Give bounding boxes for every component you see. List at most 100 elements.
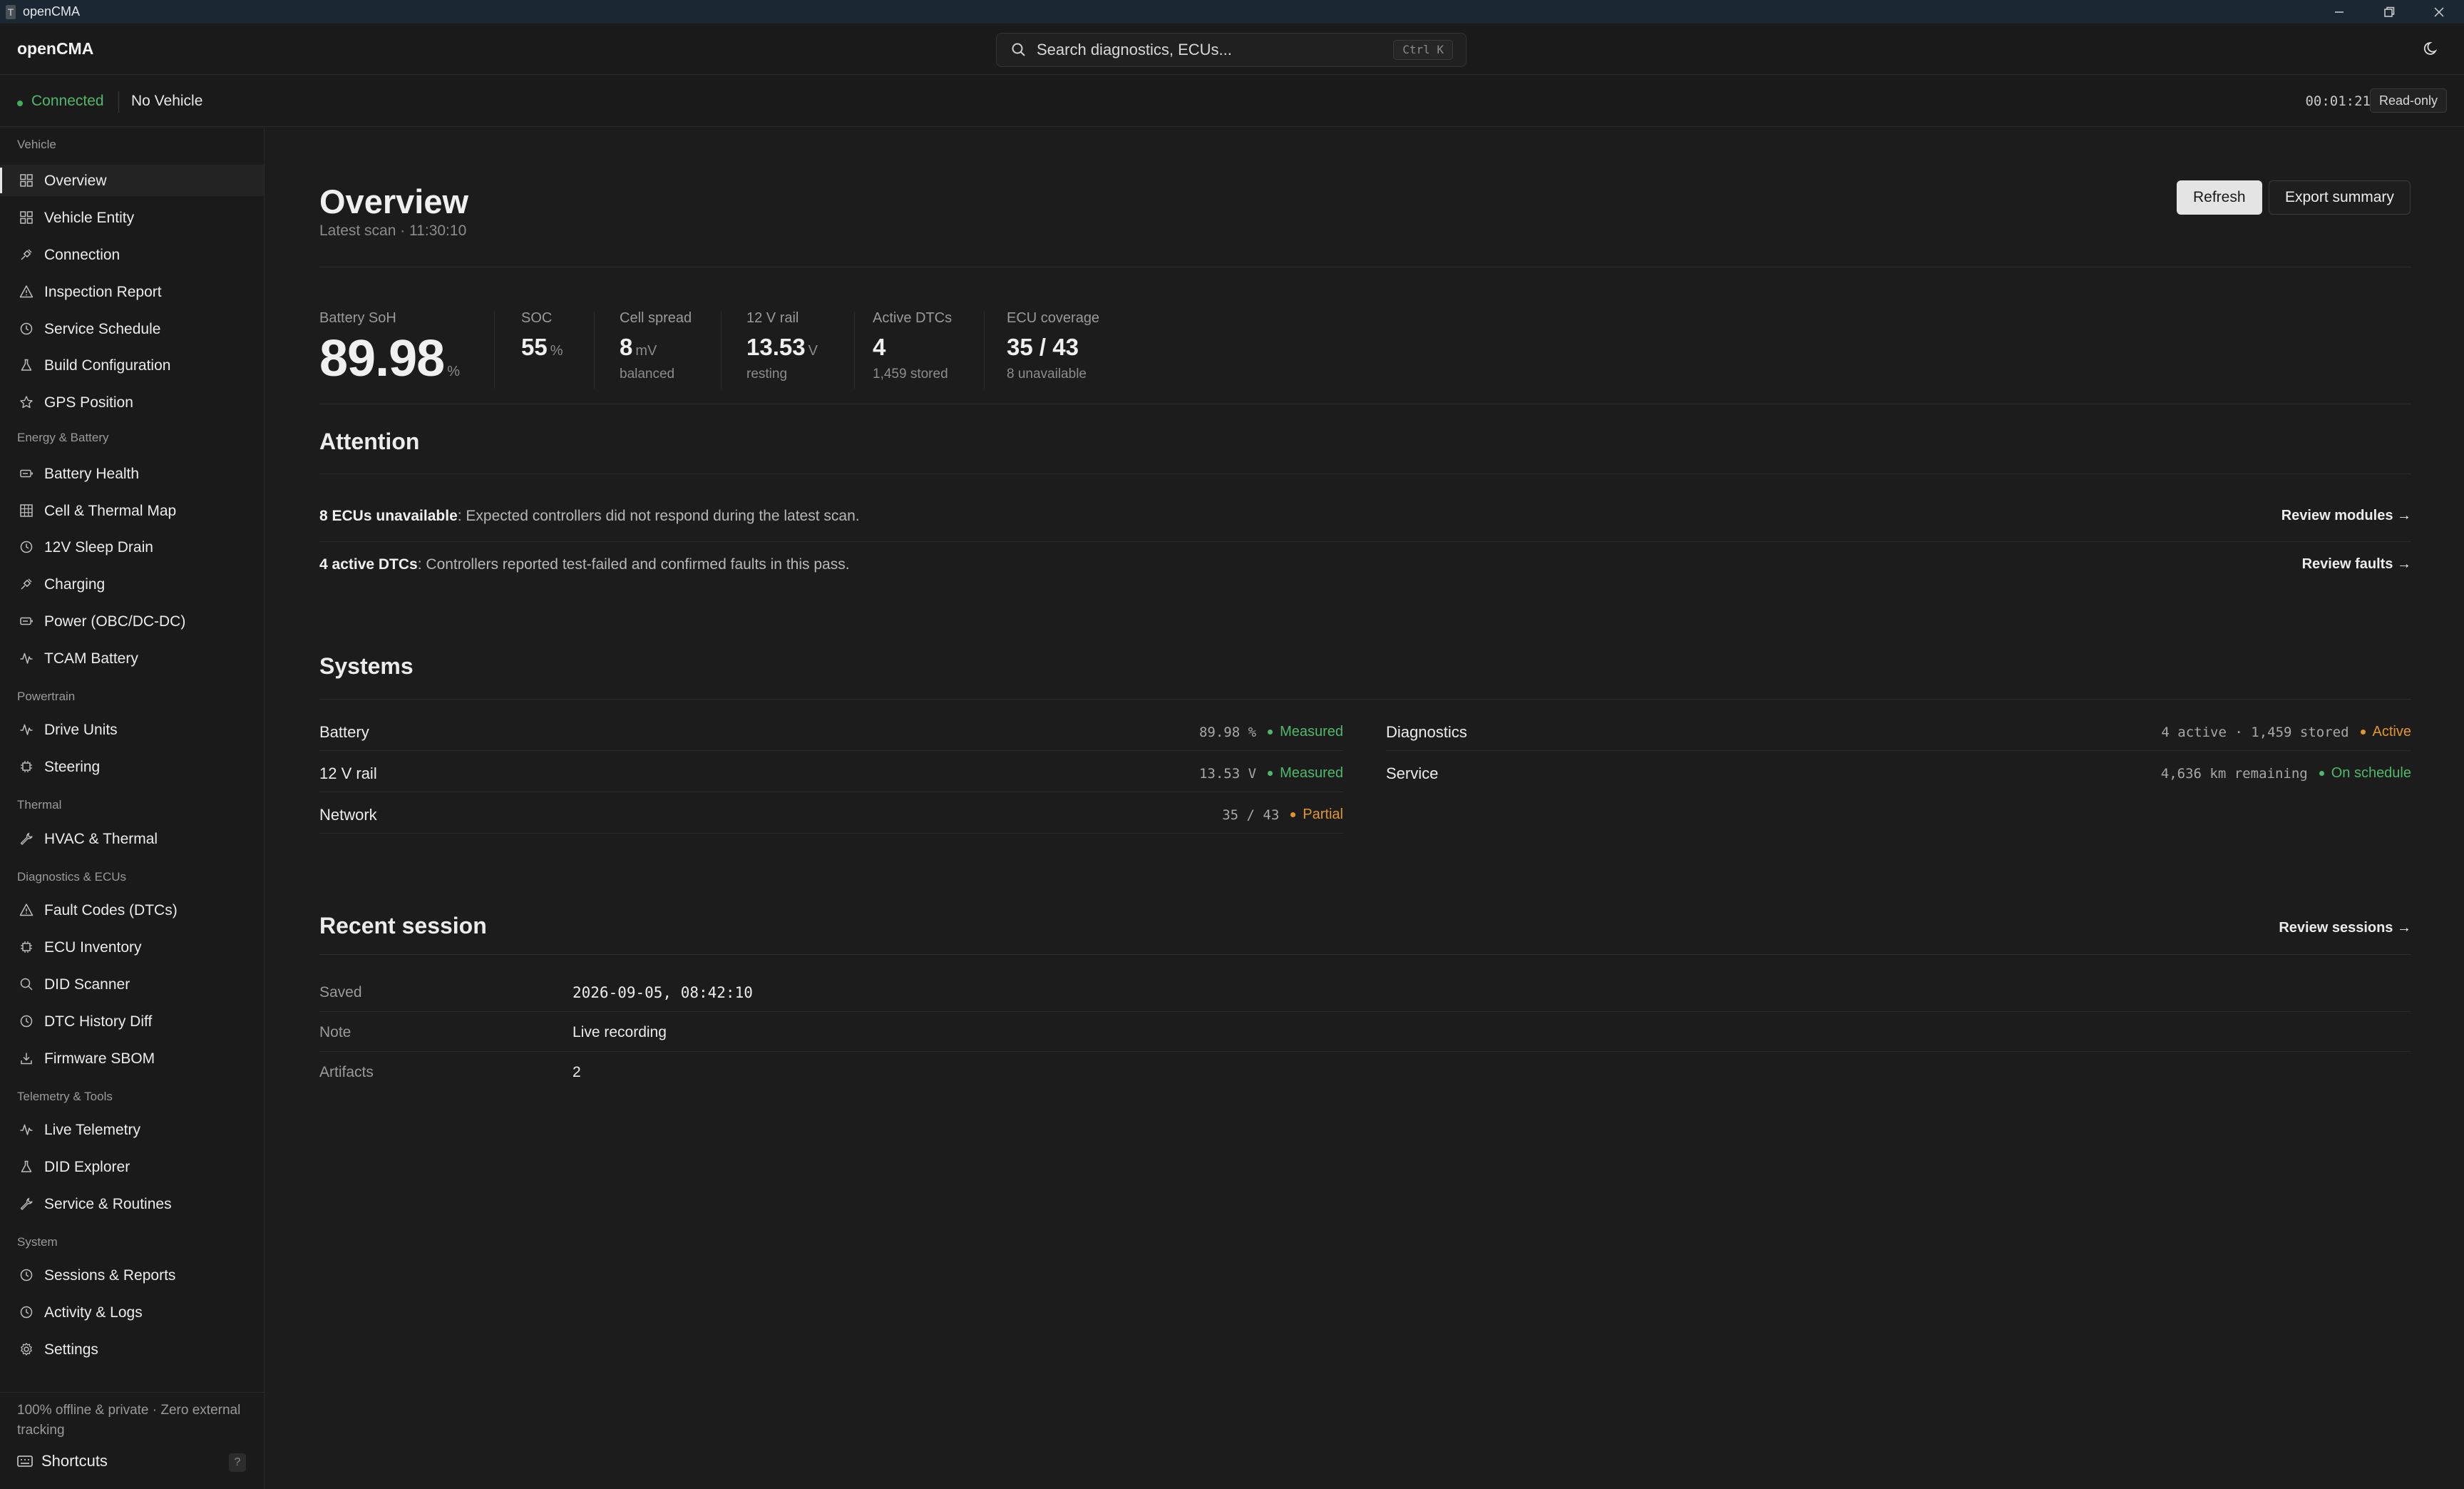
sidebar-item-firmware-sbom[interactable]: Firmware SBOM (0, 1043, 264, 1074)
sidebar-item-12v-sleep-drain[interactable]: 12V Sleep Drain (0, 531, 264, 563)
metric-subtext: balanced (620, 367, 675, 382)
sidebar-item-overview[interactable]: Overview (0, 165, 264, 196)
status-divider (118, 91, 119, 113)
clock-icon (19, 540, 34, 554)
sidebar-item-dtc-history-diff[interactable]: DTC History Diff (0, 1006, 264, 1037)
sidebar-item-charging[interactable]: Charging (0, 568, 264, 600)
metric-divider (854, 312, 855, 389)
system-name: 12 V rail (319, 764, 377, 782)
sidebar-item-battery-health[interactable]: Battery Health (0, 458, 264, 489)
metric-value: 89.98 (319, 330, 445, 387)
restore-icon (2384, 6, 2395, 17)
status-badge: Active (2372, 724, 2411, 740)
metric-unit: V (808, 343, 818, 359)
window-title: openCMA (23, 4, 81, 19)
sidebar-group-telemetry: Telemetry & Tools (17, 1090, 113, 1103)
minimize-button[interactable] (2314, 0, 2364, 24)
brand-logo[interactable]: openCMA (17, 39, 93, 58)
system-row-service[interactable]: Service 4,636 km remaining On schedule (1386, 751, 2411, 792)
sidebar-item-label: Drive Units (44, 722, 118, 738)
divider (319, 954, 2411, 955)
sidebar-item-gps-position[interactable]: GPS Position (0, 387, 264, 418)
attention-strong: 8 ECUs unavailable (319, 508, 458, 524)
system-row-diagnostics[interactable]: Diagnostics 4 active · 1,459 stored Activ… (1386, 710, 2411, 751)
metric-label: Battery SoH (319, 310, 396, 326)
sidebar-item-label: Fault Codes (DTCs) (44, 902, 178, 919)
review-modules-link[interactable]: Review modules → (2281, 508, 2411, 524)
restore-button[interactable] (2364, 0, 2414, 24)
sidebar-item-connection[interactable]: Connection (0, 239, 264, 270)
sidebar-item-drive-units[interactable]: Drive Units (0, 714, 264, 745)
warning-icon (19, 903, 34, 917)
metric-label: Active DTCs (873, 310, 953, 326)
sidebar-group-system: System (17, 1235, 58, 1249)
metric-label: Cell spread (620, 310, 692, 326)
metric-unit: % (550, 343, 563, 359)
review-faults-link[interactable]: Review faults → (2302, 556, 2411, 573)
sidebar-item-service-schedule[interactable]: Service Schedule (0, 313, 264, 344)
sidebar-item-live-telemetry[interactable]: Live Telemetry (0, 1114, 264, 1145)
sidebar-item-fault-codes[interactable]: Fault Codes (DTCs) (0, 894, 264, 926)
sidebar-item-hvac-thermal[interactable]: HVAC & Thermal (0, 823, 264, 854)
sidebar-item-settings[interactable]: Settings (0, 1334, 264, 1365)
system-name: Network (319, 806, 377, 824)
status-bar: Connected No Vehicle 00:01:21 Read-only (0, 76, 2464, 127)
sidebar-item-label: 12V Sleep Drain (44, 539, 153, 556)
attention-text: 8 ECUs unavailable: Expected controllers… (319, 508, 860, 525)
main-content: Overview Latest scan · 11:30:10 Refresh … (265, 128, 2464, 1489)
status-dot (1290, 812, 1296, 817)
sidebar-item-label: GPS Position (44, 394, 133, 411)
attention-detail: : Expected controllers did not respond d… (457, 508, 860, 524)
status-badge: Measured (1280, 724, 1343, 740)
attention-row: 8 ECUs unavailable: Expected controllers… (319, 493, 2411, 542)
theme-toggle-button[interactable] (2423, 39, 2441, 58)
status-dot (2360, 730, 2366, 735)
system-row-network[interactable]: Network 35 / 43 Partial (319, 792, 1343, 834)
sidebar-item-did-explorer[interactable]: DID Explorer (0, 1151, 264, 1182)
connection-status: Connected (31, 93, 104, 109)
privacy-note: 100% offline & private · Zero external t… (17, 1403, 241, 1438)
window-titlebar: T openCMA (0, 0, 2464, 24)
sidebar-item-power[interactable]: Power (OBC/DC-DC) (0, 605, 264, 637)
sidebar-item-build-configuration[interactable]: Build Configuration (0, 349, 264, 381)
plug-icon (19, 577, 34, 591)
metric-subtext: 1,459 stored (873, 367, 948, 382)
sidebar-item-vehicle-entity[interactable]: Vehicle Entity (0, 202, 264, 233)
metric-subtext: 8 unavailable (1007, 367, 1087, 382)
sidebar-group-diagnostics: Diagnostics & ECUs (17, 870, 127, 884)
vehicle-name[interactable]: No Vehicle (131, 93, 202, 110)
refresh-button[interactable]: Refresh (2177, 180, 2262, 215)
page-title: Overview (319, 183, 469, 220)
close-window-button[interactable] (2414, 0, 2464, 24)
session-timer: 00:01:21 (2305, 93, 2371, 109)
metric-value: 35 / 43 (1007, 334, 1079, 360)
sidebar-item-label: Inspection Report (44, 284, 162, 300)
sidebar-item-sessions-reports[interactable]: Sessions & Reports (0, 1259, 264, 1291)
sidebar-item-ecu-inventory[interactable]: ECU Inventory (0, 931, 264, 963)
system-row-battery[interactable]: Battery 89.98 % Measured (319, 710, 1343, 751)
export-summary-button[interactable]: Export summary (2269, 180, 2411, 215)
chip-icon (19, 940, 34, 954)
status-dot (1268, 771, 1273, 776)
status-badge: Partial (1303, 807, 1343, 822)
review-sessions-link[interactable]: Review sessions → (2279, 920, 2411, 936)
read-only-badge[interactable]: Read-only (2369, 88, 2447, 113)
search-input[interactable]: Search diagnostics, ECUs... Ctrl K (996, 33, 1467, 67)
shortcuts-key-badge: ? (229, 1453, 246, 1472)
sidebar-item-steering[interactable]: Steering (0, 751, 264, 782)
sidebar-group-thermal: Thermal (17, 798, 62, 812)
sidebar-item-did-scanner[interactable]: DID Scanner (0, 968, 264, 1000)
window-controls (2314, 0, 2464, 24)
clock-icon (19, 322, 34, 336)
grid-icon (19, 210, 34, 225)
sidebar-item-label: DID Explorer (44, 1159, 130, 1175)
sidebar-item-tcam-battery[interactable]: TCAM Battery (0, 643, 264, 674)
sidebar-item-cell-thermal-map[interactable]: Cell & Thermal Map (0, 495, 264, 526)
grid-icon (19, 173, 34, 188)
sidebar-item-service-routines[interactable]: Service & Routines (0, 1188, 264, 1219)
status-dot (2319, 771, 2324, 776)
shortcuts-button[interactable]: Shortcuts (17, 1452, 108, 1470)
sidebar-item-inspection-report[interactable]: Inspection Report (0, 276, 264, 307)
sidebar-item-activity-logs[interactable]: Activity & Logs (0, 1296, 264, 1328)
system-row-12v-rail[interactable]: 12 V rail 13.53 V Measured (319, 751, 1343, 792)
